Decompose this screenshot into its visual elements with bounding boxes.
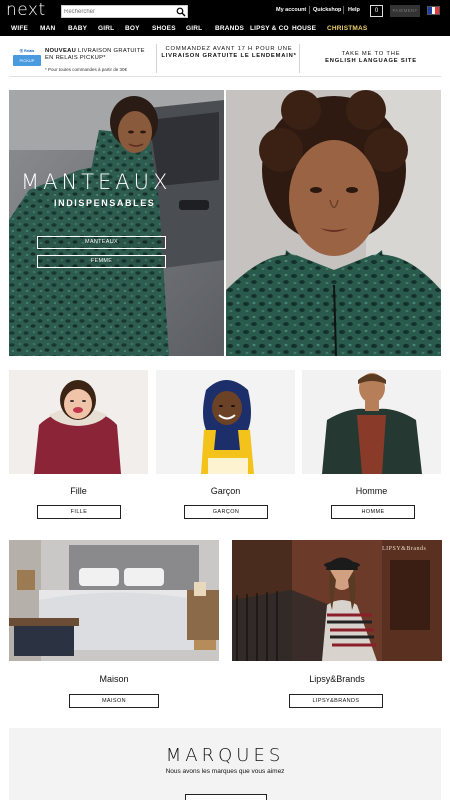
nav-item-baby[interactable]: BABY: [68, 25, 87, 32]
home-category-title: Maison: [99, 674, 129, 684]
relay-promo-new: NOUVEAU: [45, 48, 77, 54]
relay-pickup-promo[interactable]: Ⓡ Relais PICKUP NOUVEAU LIVRAISON GRATUI…: [9, 40, 154, 77]
lipsy-category-title: Lipsy&Brands: [309, 674, 365, 684]
france-flag-icon[interactable]: [427, 6, 440, 15]
lipsy-photo: LIPSY&Brands: [232, 540, 442, 661]
boy-photo: [156, 370, 295, 474]
hero-title: MANTEAUX: [21, 170, 172, 194]
nav-item-shoes[interactable]: SHOES: [152, 25, 176, 32]
nav-item-man[interactable]: MAN: [40, 25, 55, 32]
promo-strip: Ⓡ Relais PICKUP NOUVEAU LIVRAISON GRATUI…: [9, 40, 441, 77]
my-account-link[interactable]: My account: [276, 7, 306, 13]
english-site-link[interactable]: TAKE ME TO THE ENGLISH LANGUAGE SITE: [301, 51, 441, 65]
brands-button[interactable]: [185, 794, 267, 800]
lipsy-category-button[interactable]: LIPSY&BRANDS: [289, 694, 383, 708]
nav-item-brands[interactable]: BRANDS: [215, 25, 244, 32]
hero-subtitle: INDISPENSABLES: [54, 198, 156, 208]
man-category-image[interactable]: [302, 370, 441, 474]
help-link[interactable]: Help: [348, 7, 360, 13]
lipsy-brands-watermark: LIPSY&Brands: [382, 546, 427, 552]
hero-photo-right: [226, 90, 441, 356]
nav-item-lipsy[interactable]: LIPSY & CO: [250, 25, 289, 32]
nav-item-wife[interactable]: WIFE: [11, 25, 28, 32]
english-link-line1: TAKE ME TO THE: [341, 51, 401, 57]
boy-category-button[interactable]: GARÇON: [184, 505, 268, 519]
promo-divider: [299, 44, 300, 73]
hero-image-portrait[interactable]: [226, 90, 441, 356]
search-icon[interactable]: [176, 7, 186, 17]
next-day-delivery-promo[interactable]: COMMANDEZ AVANT 17 H POUR UNE LIVRAISON …: [159, 46, 299, 60]
top-header: next My account Quickshop Help 0 PAIEMEN…: [0, 0, 450, 22]
bedroom-photo: [9, 540, 219, 661]
nav-item-house[interactable]: HOUSE: [292, 25, 316, 32]
hero-photo-left: [9, 90, 224, 356]
nav-item-girl[interactable]: GIRL: [98, 25, 114, 32]
femme-button[interactable]: FEMME: [37, 255, 166, 268]
quickshop-link[interactable]: Quickshop: [313, 7, 341, 13]
boy-category-title: Garçon: [210, 486, 241, 496]
brands-title: MARQUES: [165, 745, 285, 766]
manteaux-button[interactable]: MANTEAUX: [37, 236, 166, 249]
header-divider: [343, 6, 344, 14]
checkout-button[interactable]: PAIEMENT: [390, 5, 420, 17]
english-link-line2: ENGLISH LANGUAGE SITE: [325, 58, 417, 64]
girl-category-title: Fille: [70, 486, 87, 496]
nav-item-christmas[interactable]: CHRISTMAS: [327, 25, 367, 32]
pickup-logo-box: PICKUP: [13, 55, 41, 66]
nav-item-girl-2[interactable]: GIRL: [186, 25, 202, 32]
relais-pickup-logo: Ⓡ Relais PICKUP: [13, 49, 41, 67]
man-category-button[interactable]: HOMME: [331, 505, 415, 519]
girl-category-image[interactable]: [9, 370, 148, 474]
man-photo: [302, 370, 441, 474]
lipsy-category-image[interactable]: LIPSY&Brands: [232, 540, 442, 661]
delivery-promo-line1: COMMANDEZ AVANT 17 H POUR UNE: [165, 46, 293, 52]
home-category-button[interactable]: MAISON: [69, 694, 159, 708]
nav-item-boy[interactable]: BOY: [125, 25, 140, 32]
hero-banner: MANTEAUX INDISPENSABLES MANTEAUX FEMME: [9, 90, 441, 356]
brands-section: MARQUES Nous avons les marques que vous …: [9, 728, 441, 800]
next-logo[interactable]: next: [6, 1, 46, 19]
promo-divider: [156, 44, 157, 73]
search-input[interactable]: [64, 6, 172, 17]
relais-logo-text: Ⓡ Relais: [19, 49, 35, 53]
delivery-promo-line2: LIVRAISON GRATUITE LE LENDEMAIN*: [161, 53, 297, 59]
brands-subtitle: Nous avons les marques que vous aimez: [165, 768, 285, 775]
man-category-title: Homme: [355, 486, 388, 496]
bag-count: 0: [374, 8, 379, 14]
header-divider: [309, 6, 310, 14]
bag-icon[interactable]: 0: [370, 5, 383, 17]
relay-promo-title: NOUVEAU LIVRAISON GRATUITE EN RELAIS PIC…: [45, 48, 150, 62]
relay-promo-note: * Pour toutes commandes à partir de 30€: [45, 67, 128, 72]
home-category-image[interactable]: [9, 540, 219, 661]
main-nav: WIFE MAN BABY GIRL BOY SHOES GIRL BRANDS…: [0, 22, 450, 36]
boy-category-image[interactable]: [156, 370, 295, 474]
girl-category-button[interactable]: FILLE: [37, 505, 121, 519]
girl-photo: [9, 370, 148, 474]
hero-image-coat-car[interactable]: MANTEAUX INDISPENSABLES MANTEAUX FEMME: [9, 90, 224, 356]
search-box: [61, 5, 188, 18]
